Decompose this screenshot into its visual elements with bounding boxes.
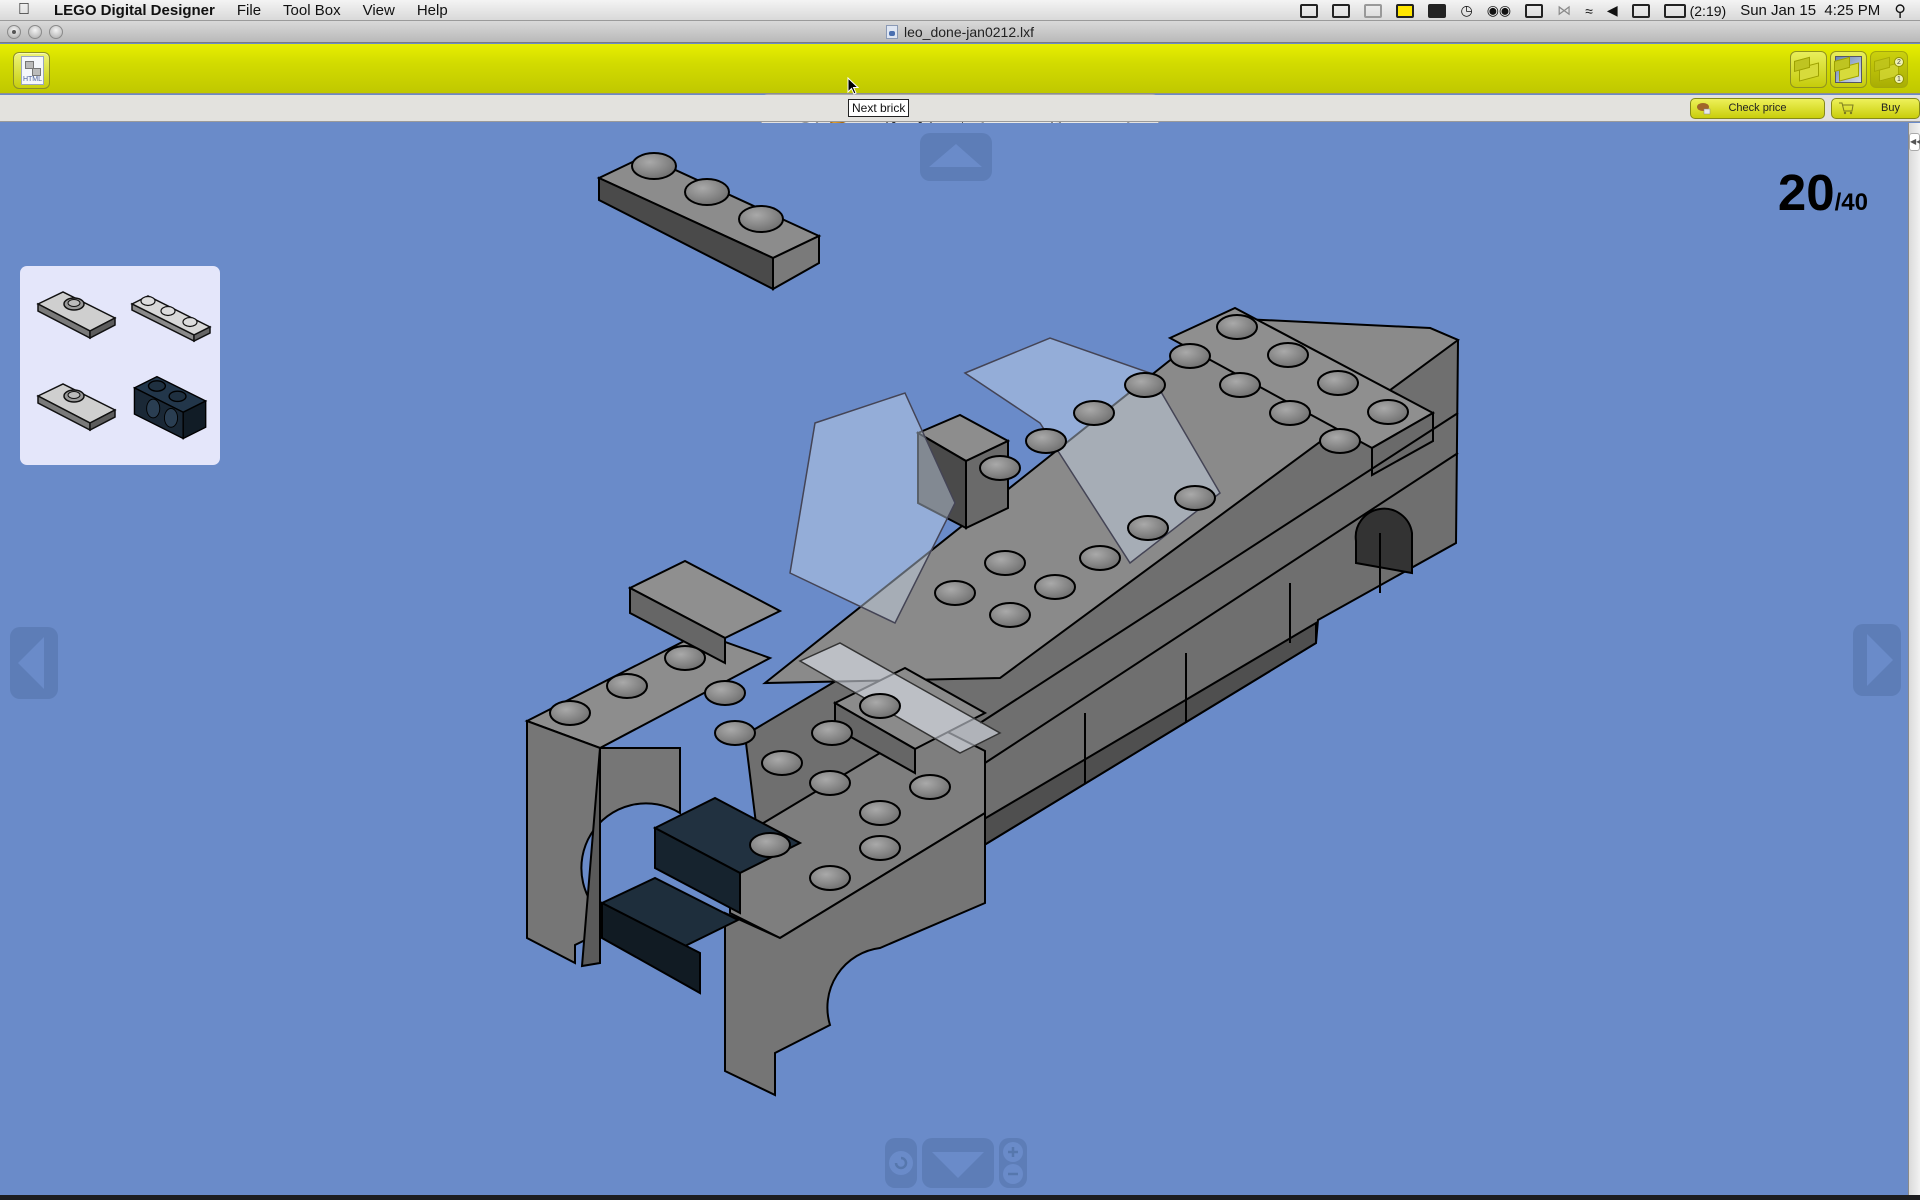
car-chassis	[524, 306, 1460, 1097]
stud	[1219, 372, 1261, 398]
video-camera-icon[interactable]	[1300, 3, 1319, 18]
stud	[859, 800, 901, 826]
stud	[1025, 428, 1067, 454]
stud	[979, 455, 1021, 481]
menu-view[interactable]: View	[363, 2, 395, 19]
stud	[704, 680, 746, 706]
stud	[1079, 545, 1121, 571]
stud	[1317, 370, 1359, 396]
stud	[984, 550, 1026, 576]
stud	[606, 673, 648, 699]
close-window-button[interactable]	[7, 25, 21, 39]
stud	[859, 693, 901, 719]
3d-viewport[interactable]: 20/40	[0, 123, 1908, 1195]
side-panel-collapse-strip[interactable]: ◀◀	[1908, 123, 1920, 1195]
app-menu[interactable]: LEGO Digital Designer	[54, 2, 215, 19]
battery-time: (2:19)	[1689, 2, 1727, 19]
volume-icon[interactable]: ◀	[1607, 2, 1618, 19]
mouse-cursor-icon	[847, 77, 859, 95]
main-toolbar: HTML 2 1	[0, 44, 1920, 140]
stud	[714, 720, 756, 746]
next-brick-tooltip: Next brick	[848, 99, 910, 117]
security-alert-icon[interactable]	[1396, 3, 1415, 18]
build-mode-button[interactable]	[1790, 51, 1827, 88]
stud	[1127, 515, 1169, 541]
menu-bar:  LEGO Digital Designer File Tool Box Vi…	[0, 0, 1920, 21]
stud	[1073, 400, 1115, 426]
stud	[989, 602, 1031, 628]
spotlight-search-icon[interactable]: ⚲	[1894, 1, 1906, 21]
dock-edge	[0, 1195, 1920, 1200]
time-machine-icon[interactable]: ◷	[1460, 2, 1472, 19]
stud	[549, 700, 591, 726]
floating-plate-1x3[interactable]	[596, 152, 822, 291]
shopping-bar: Check price Buy	[0, 95, 1920, 122]
clock[interactable]: Sun Jan 15 4:25 PM	[1740, 2, 1880, 19]
stud	[809, 770, 851, 796]
stud	[1267, 342, 1309, 368]
html-document-icon: HTML	[21, 56, 44, 85]
stud	[749, 832, 791, 858]
export-html-button[interactable]: HTML	[13, 52, 50, 89]
stud	[1319, 428, 1361, 454]
stud	[1216, 314, 1258, 340]
battery-icon[interactable]	[1663, 3, 1686, 18]
step-2-icon: 2	[1894, 57, 1904, 67]
remote-icon[interactable]	[1332, 3, 1351, 18]
stud	[909, 774, 951, 800]
stud	[809, 865, 851, 891]
zoom-window-button[interactable]	[49, 25, 63, 39]
apple-menu-icon[interactable]: 	[18, 1, 40, 19]
stud	[761, 750, 803, 776]
display-icon[interactable]	[1525, 3, 1544, 18]
step-1-icon: 1	[1894, 74, 1904, 84]
stud	[1174, 485, 1216, 511]
stud	[664, 645, 706, 671]
building-guide-mode-button[interactable]: 2 1	[1870, 51, 1908, 88]
minimize-window-button[interactable]	[28, 25, 42, 39]
collapse-panel-icon[interactable]: ◀◀	[1909, 133, 1920, 151]
view-mode-button[interactable]	[1830, 51, 1867, 88]
network-drive-icon[interactable]	[1364, 3, 1383, 18]
stud	[1169, 343, 1211, 369]
stud	[1367, 399, 1409, 425]
window-title-bar: leo_done-jan0212.lxf	[0, 21, 1920, 43]
stud	[1124, 372, 1166, 398]
stud	[859, 835, 901, 861]
lego-model-render[interactable]	[0, 123, 1908, 1195]
document-icon	[886, 25, 898, 39]
wifi-icon[interactable]: ≈	[1585, 3, 1593, 19]
stud	[1034, 574, 1076, 600]
menu-tool-box[interactable]: Tool Box	[283, 2, 341, 19]
menu-help[interactable]: Help	[417, 2, 448, 19]
stud	[1269, 400, 1311, 426]
menu-extras: ◷ ◉◉ ⋈ ≈ ◀ (2:19) Sun Jan 15 4:25 PM ⚲	[1300, 0, 1920, 21]
keyboard-input-icon[interactable]	[1631, 3, 1650, 18]
binoculars-icon[interactable]: ◉◉	[1487, 2, 1511, 19]
stud	[811, 720, 853, 746]
brick-icon	[1799, 62, 1819, 82]
buy-button[interactable]: Buy	[1831, 98, 1920, 119]
spaces-icon[interactable]	[1428, 3, 1447, 18]
menu-file[interactable]: File	[237, 2, 261, 19]
window-title: leo_done-jan0212.lxf	[904, 24, 1034, 40]
shopping-cart-icon	[1839, 102, 1854, 115]
check-price-button[interactable]: Check price	[1690, 98, 1825, 119]
bluetooth-icon[interactable]: ⋈	[1557, 2, 1571, 19]
stud	[934, 580, 976, 606]
